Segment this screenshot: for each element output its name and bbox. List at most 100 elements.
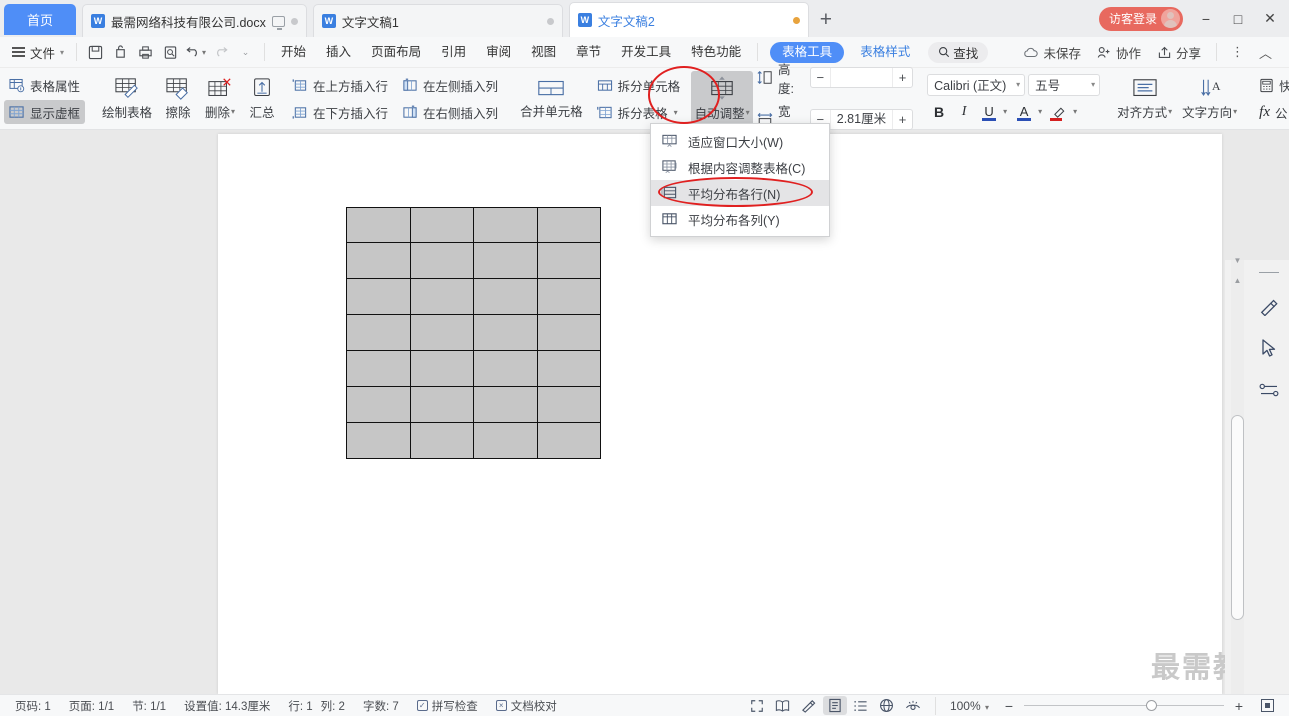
table-cell[interactable] (536, 422, 601, 459)
width-increment-button[interactable]: + (892, 110, 912, 129)
table-cell[interactable] (536, 207, 601, 243)
menu-tab-pagelayout[interactable]: 页面布局 (361, 37, 431, 68)
menu-tab-section[interactable]: 章节 (566, 37, 611, 68)
collapse-ribbon-icon[interactable]: ︿ (1253, 43, 1279, 62)
spell-check-button[interactable]: ✓ 拼写检查 (408, 698, 487, 714)
settings-slider-icon[interactable] (1256, 379, 1282, 401)
underline-button[interactable]: U (977, 100, 1001, 124)
insert-row-below-button[interactable]: 在下方插入行 (287, 100, 393, 124)
undo-icon[interactable]: ▾ (183, 40, 208, 65)
pen-icon[interactable] (1256, 295, 1282, 317)
menu-tab-insert[interactable]: 插入 (316, 37, 361, 68)
text-direction-button[interactable]: A 文字方向 ▾ (1177, 71, 1242, 127)
autofit-dropdown-menu[interactable]: 适应窗口大小(W) 根据内容调整表格(C) 平均分布各行(N) 平均分布各列(Y… (650, 123, 830, 237)
guest-login-button[interactable]: 访客登录 (1098, 6, 1183, 31)
table-cell[interactable] (536, 386, 601, 423)
zoom-level-button[interactable]: 100% ▾ (946, 699, 993, 713)
table-cell[interactable] (409, 242, 474, 279)
customize-toolbar-icon[interactable]: ⌄ (233, 40, 258, 65)
insert-col-left-button[interactable]: 在左侧插入列 (397, 73, 503, 97)
fit-page-button[interactable] (1255, 696, 1279, 715)
tab-unsaved-dot[interactable] (792, 16, 800, 24)
table-cell[interactable] (473, 242, 538, 279)
width-value[interactable]: 2.81厘米 (831, 110, 892, 129)
table-cell[interactable] (409, 386, 474, 423)
font-color-button[interactable]: A (1012, 100, 1036, 124)
chevron-down-icon[interactable]: ▾ (1073, 107, 1077, 116)
formula-button[interactable]: fx 公 (1254, 100, 1289, 124)
web-view-icon[interactable] (875, 696, 899, 715)
share-button[interactable]: 分享 (1150, 40, 1208, 64)
italic-button[interactable]: I (952, 100, 976, 124)
insert-row-above-button[interactable]: 在上方插入行 (287, 73, 393, 97)
document-tab-3[interactable]: W 文字文稿2 (568, 2, 809, 37)
table-cell[interactable] (409, 278, 474, 315)
tab-close-dot[interactable] (546, 17, 554, 25)
table-cell[interactable] (346, 422, 411, 459)
find-button[interactable]: 查找 (928, 41, 989, 63)
menu-tab-features[interactable]: 特色功能 (681, 37, 751, 68)
table-cell[interactable] (536, 242, 601, 279)
split-cells-button[interactable]: 拆分单元格 (592, 73, 686, 97)
table-cell[interactable] (473, 350, 538, 387)
document-tab-1[interactable]: W 最需网络科技有限公司.docx (82, 4, 307, 37)
menu-item-fit-window[interactable]: 适应窗口大小(W) (651, 128, 829, 154)
close-button[interactable]: ✕ (1255, 4, 1285, 34)
table-cell[interactable] (473, 207, 538, 243)
print-icon[interactable] (133, 40, 158, 65)
height-decrement-button[interactable]: − (811, 68, 831, 87)
menu-tab-view[interactable]: 视图 (521, 37, 566, 68)
zoom-in-button[interactable]: + (1231, 698, 1247, 714)
font-family-select[interactable]: Calibri (正文) ▾ (927, 73, 1026, 96)
zoom-track[interactable] (1024, 699, 1224, 711)
page-view-icon[interactable] (822, 696, 847, 715)
bold-button[interactable]: B (927, 100, 951, 124)
menu-tab-reference[interactable]: 引用 (431, 37, 476, 68)
doc-proof-button[interactable]: × 文档校对 (487, 698, 566, 714)
redo-icon[interactable] (208, 40, 233, 65)
insert-col-right-button[interactable]: 在右侧插入列 (397, 100, 503, 124)
table-properties-button[interactable]: 表格属性 (4, 73, 85, 97)
table-cell[interactable] (536, 350, 601, 387)
menu-tab-start[interactable]: 开始 (271, 37, 316, 68)
table-cell[interactable] (346, 207, 411, 243)
zoom-out-button[interactable]: − (1001, 698, 1017, 714)
table-cell[interactable] (409, 350, 474, 387)
edit-pen-icon[interactable] (797, 696, 821, 715)
home-tab[interactable]: 首页 (4, 4, 76, 35)
document-table[interactable] (346, 207, 601, 459)
zoom-knob[interactable] (1146, 699, 1157, 711)
sum-button[interactable]: 汇总 (241, 71, 283, 127)
menu-tab-devtools[interactable]: 开发工具 (611, 37, 681, 68)
chevron-down-icon[interactable]: ▾ (1003, 107, 1007, 116)
show-gridlines-button[interactable]: 显示虚框 (4, 100, 86, 124)
eye-protect-icon[interactable] (901, 696, 925, 715)
vertical-scrollbar[interactable]: ▼ ▲ ▼ ▲ (1231, 256, 1244, 694)
font-size-select[interactable]: 五号 ▾ (1028, 73, 1101, 96)
table-cell[interactable] (473, 278, 538, 315)
table-cell[interactable] (473, 314, 538, 351)
new-tab-button[interactable]: + (809, 3, 843, 37)
collaborate-button[interactable]: 协作 (1090, 40, 1148, 64)
highlight-button[interactable] (1047, 100, 1071, 124)
table-cell[interactable] (346, 278, 411, 315)
table-cell[interactable] (473, 386, 538, 423)
table-cell[interactable] (409, 314, 474, 351)
split-table-button[interactable]: 拆分表格 ▾ (592, 100, 686, 124)
document-tab-2[interactable]: W 文字文稿1 (312, 4, 563, 37)
tab-close-dot[interactable] (290, 17, 298, 25)
merge-cells-button[interactable]: 合并单元格 (515, 71, 588, 127)
menu-item-distribute-rows[interactable]: 平均分布各行(N) (651, 180, 829, 206)
book-view-icon[interactable] (771, 696, 795, 715)
table-cell[interactable] (346, 350, 411, 387)
print-search-icon[interactable] (158, 40, 183, 65)
table-cell[interactable] (473, 422, 538, 459)
delete-table-button[interactable]: 删除 ▾ (199, 71, 241, 127)
menu-tab-review[interactable]: 审阅 (476, 37, 521, 68)
maximize-button[interactable]: □ (1223, 4, 1253, 34)
draw-table-button[interactable]: 绘制表格 (97, 71, 157, 127)
table-cell[interactable] (346, 386, 411, 423)
eraser-button[interactable]: 擦除 (157, 71, 199, 127)
minimize-button[interactable]: − (1191, 4, 1221, 34)
more-options-icon[interactable]: ⋮ (1225, 44, 1251, 60)
